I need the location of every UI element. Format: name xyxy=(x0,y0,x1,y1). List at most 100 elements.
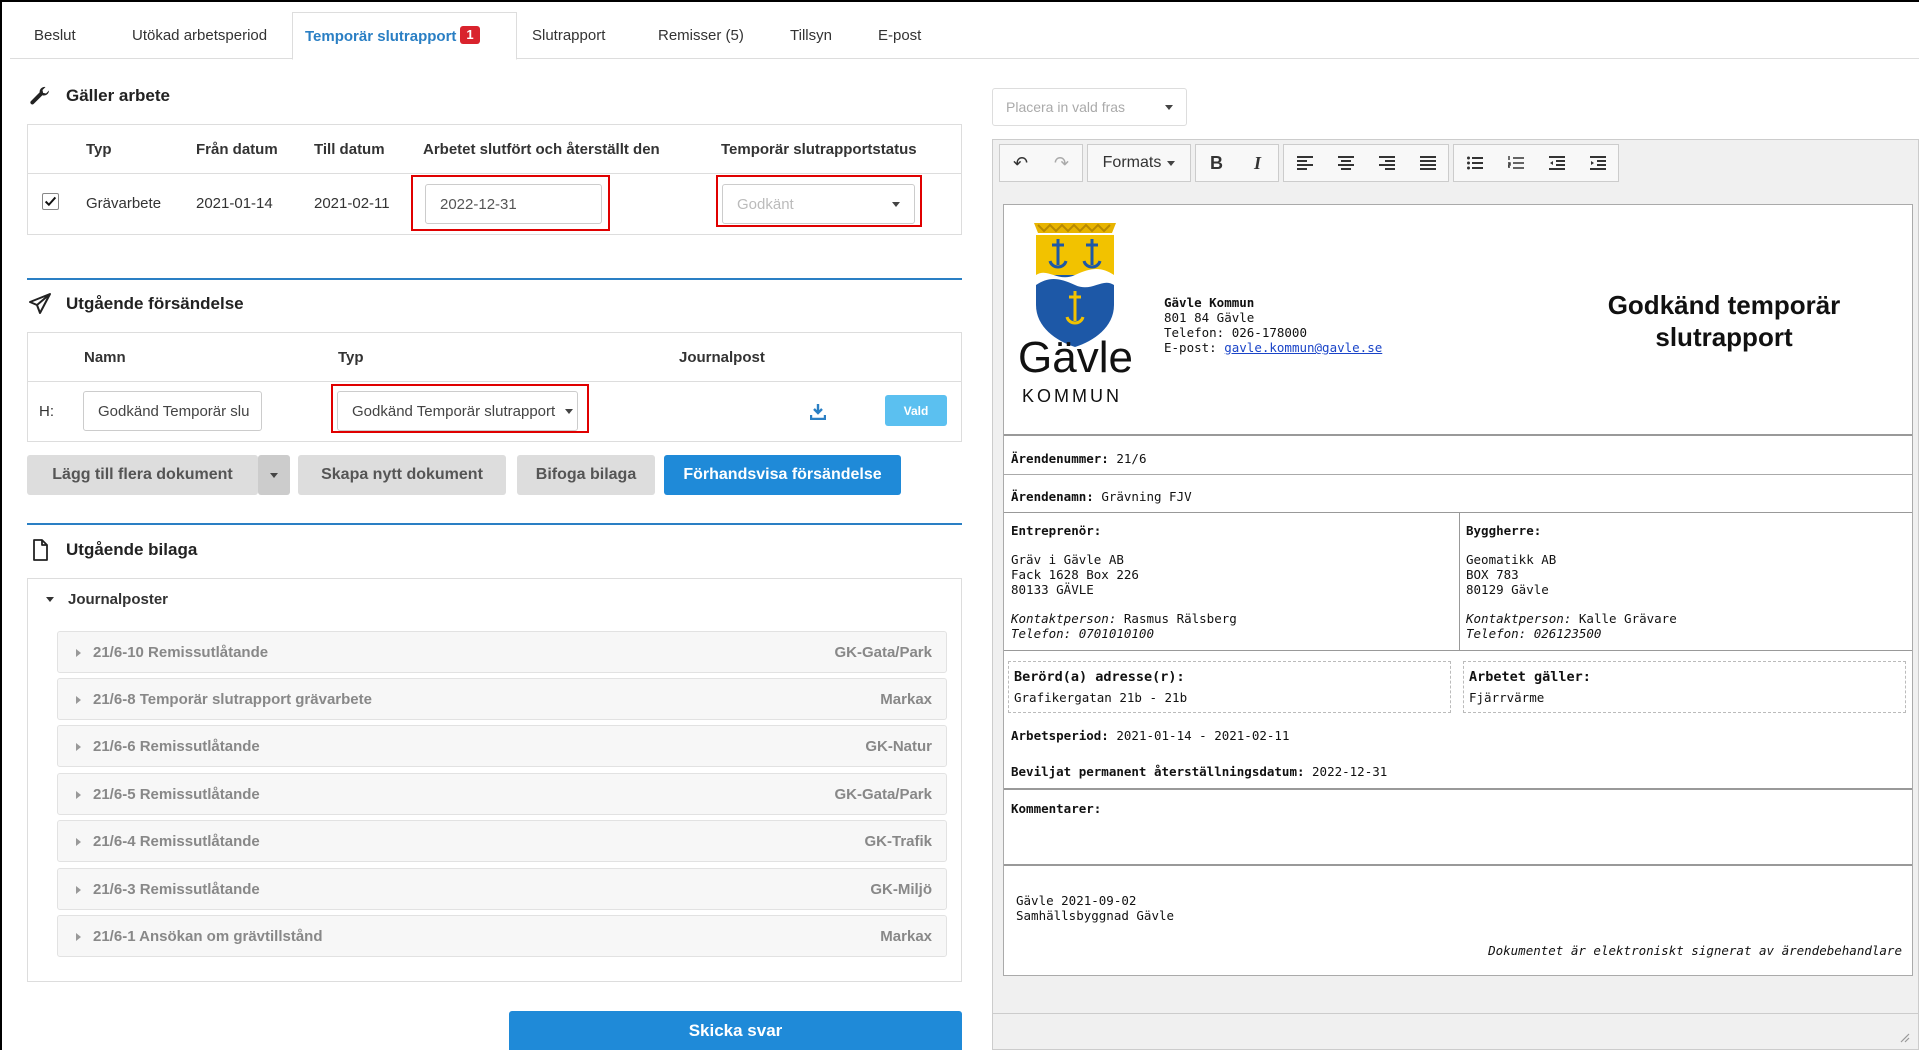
journalpost-item[interactable]: 21/6-3 Remissutlåtande GK-Miljö xyxy=(57,868,947,910)
tab-slutrapport[interactable]: Slutrapport xyxy=(520,12,617,59)
journalpost-dept: GK-Gata/Park xyxy=(834,785,932,803)
phrase-placeholder: Placera in vald fras xyxy=(1006,99,1126,115)
section-title-utgaende-forsandelse: Utgående försändelse xyxy=(28,292,244,316)
column-header-journalpost: Journalpost xyxy=(679,349,765,366)
redo-icon[interactable]: ↷ xyxy=(1041,145,1082,181)
tab-label: Tillsyn xyxy=(790,27,832,44)
bullet-list-icon[interactable] xyxy=(1454,145,1495,181)
column-header-fran-datum: Från datum xyxy=(196,141,278,158)
align-center-icon[interactable] xyxy=(1325,145,1366,181)
add-documents-button[interactable]: Lägg till flera dokument xyxy=(27,455,258,495)
download-icon[interactable] xyxy=(810,403,826,420)
document-preview[interactable]: Gävle KOMMUN Gävle Kommun 801 84 Gävle T… xyxy=(1003,204,1913,976)
section-title-text: Utgående försändelse xyxy=(66,294,244,313)
list-group xyxy=(1453,144,1619,182)
doc-title: Godkänd temporär xyxy=(1607,290,1841,320)
logo-sub: KOMMUN xyxy=(1022,386,1122,406)
email-link[interactable]: gavle.kommun@gavle.se xyxy=(1224,340,1382,355)
history-group: ↶ ↷ xyxy=(999,144,1083,182)
bold-icon[interactable]: B xyxy=(1196,145,1237,181)
row-prefix: H: xyxy=(39,403,54,420)
caret-right-icon xyxy=(76,695,81,704)
formats-dropdown[interactable]: Formats xyxy=(1088,145,1190,181)
tab-label: Beslut xyxy=(34,27,76,44)
tab-label: Temporär slutrapport xyxy=(305,28,457,45)
tab-remisser[interactable]: Remisser (5) xyxy=(646,12,756,59)
column-header-typ: Typ xyxy=(338,349,364,366)
contact-value: Rasmus Rälsberg xyxy=(1123,611,1237,626)
berord-label: Berörd(a) adresse(r): xyxy=(1014,669,1185,685)
chevron-down-icon xyxy=(270,472,278,478)
column-header-arbetet-slutfort: Arbetet slutfört och återställt den xyxy=(423,141,660,158)
vald-button[interactable]: Vald xyxy=(885,395,947,426)
doc-divider xyxy=(1004,474,1912,475)
group-label: Journalposter xyxy=(68,591,169,608)
highlight-box xyxy=(716,175,922,227)
doc-title: slutrapport xyxy=(1655,322,1793,352)
highlight-box xyxy=(331,384,589,433)
tab-e-post[interactable]: E-post xyxy=(866,12,933,59)
field-value: Grävning FJV xyxy=(1101,489,1192,504)
tab-bar: Beslut Utökad arbetsperiod Temporär slut… xyxy=(10,12,1919,60)
create-document-button[interactable]: Skapa nytt dokument xyxy=(298,455,506,495)
attach-button[interactable]: Bifoga bilaga xyxy=(517,455,655,495)
outdent-icon[interactable] xyxy=(1536,145,1577,181)
align-right-icon[interactable] xyxy=(1366,145,1407,181)
field-value: 2022-12-31 xyxy=(1312,764,1388,779)
journalpost-item[interactable]: 21/6-10 Remissutlåtande GK-Gata/Park xyxy=(57,631,947,673)
byggherre-phone: Telefon: 026123500 xyxy=(1466,626,1602,641)
align-left-icon[interactable] xyxy=(1284,145,1325,181)
entreprenor-line: 80133 GÄVLE xyxy=(1011,582,1094,597)
row-checkbox[interactable] xyxy=(42,193,59,210)
chevron-down-icon xyxy=(1167,160,1176,166)
field-label: Arbetsperiod: xyxy=(1011,728,1109,743)
tab-tillsyn[interactable]: Tillsyn xyxy=(778,12,844,59)
preview-button[interactable]: Förhandsvisa försändelse xyxy=(664,455,901,495)
field-label: Ärendenummer: xyxy=(1011,451,1109,466)
tab-temporar-slutrapport[interactable]: Temporär slutrapport 1 xyxy=(292,12,517,60)
entreprenor-line: Fack 1628 Box 226 xyxy=(1011,567,1139,582)
berord-value: Grafikergatan 21b - 21b xyxy=(1014,690,1188,705)
journalpost-dept: GK-Miljö xyxy=(870,880,932,898)
align-justify-icon[interactable] xyxy=(1407,145,1448,181)
send-reply-button[interactable]: Skicka svar xyxy=(509,1011,962,1050)
journalpost-label: 21/6-5 Remissutlåtande xyxy=(93,785,260,803)
editor-toolbar: ↶ ↷ Formats B I xyxy=(999,144,1623,182)
tab-beslut[interactable]: Beslut xyxy=(22,12,88,59)
field-value: 2021-01-14 - 2021-02-11 xyxy=(1116,728,1290,743)
byggherre-line: Geomatikk AB xyxy=(1466,552,1557,567)
section-divider xyxy=(27,523,962,525)
numbered-list-icon[interactable] xyxy=(1495,145,1536,181)
byggherre-line: 80129 Gävle xyxy=(1466,582,1549,597)
document-name-input[interactable]: Godkänd Temporär slu xyxy=(83,391,262,431)
journalpost-label: 21/6-4 Remissutlåtande xyxy=(93,832,260,850)
journalpost-item[interactable]: 21/6-6 Remissutlåtande GK-Natur xyxy=(57,725,947,767)
tab-label: Remisser (5) xyxy=(658,27,744,44)
journalpost-item[interactable]: 21/6-1 Ansökan om grävtillstånd Markax xyxy=(57,915,947,957)
caret-right-icon xyxy=(76,742,81,751)
doc-divider xyxy=(1004,434,1912,436)
tab-label: Utökad arbetsperiod xyxy=(132,27,268,44)
italic-icon[interactable]: I xyxy=(1237,145,1278,181)
entreprenor-phone: Telefon: 0701010100 xyxy=(1011,626,1154,641)
byggherre-contact: Kontaktperson: Kalle Grävare xyxy=(1466,611,1677,626)
tab-utokad-arbetsperiod[interactable]: Utökad arbetsperiod xyxy=(120,12,279,59)
section-title-galler-arbete: Gäller arbete xyxy=(28,84,170,108)
section-title-utgaende-bilaga: Utgående bilaga xyxy=(28,538,197,562)
undo-icon[interactable]: ↶ xyxy=(1000,145,1041,181)
org-phone: Telefon: 026-178000 xyxy=(1164,325,1307,340)
entreprenor-line: Gräv i Gävle AB xyxy=(1011,552,1124,567)
phrase-select[interactable]: Placera in vald fras xyxy=(992,88,1187,126)
field-value: 21/6 xyxy=(1116,451,1147,466)
logo-name: Gävle xyxy=(1018,333,1133,382)
journalpost-dept: GK-Trafik xyxy=(864,832,932,850)
journalpost-item[interactable]: 21/6-5 Remissutlåtande GK-Gata/Park xyxy=(57,773,947,815)
resize-handle-icon[interactable] xyxy=(1898,1031,1910,1043)
journalpost-item[interactable]: 21/6-4 Remissutlåtande GK-Trafik xyxy=(57,820,947,862)
beviljat-line: Beviljat permanent återställningsdatum: … xyxy=(1011,764,1387,779)
indent-icon[interactable] xyxy=(1577,145,1618,181)
add-documents-dropdown[interactable] xyxy=(258,455,290,495)
byggherre-line: BOX 783 xyxy=(1466,567,1519,582)
journalposter-toggle[interactable]: Journalposter xyxy=(46,591,168,608)
journalpost-item[interactable]: 21/6-8 Temporär slutrapport grävarbete Ma… xyxy=(57,678,947,720)
